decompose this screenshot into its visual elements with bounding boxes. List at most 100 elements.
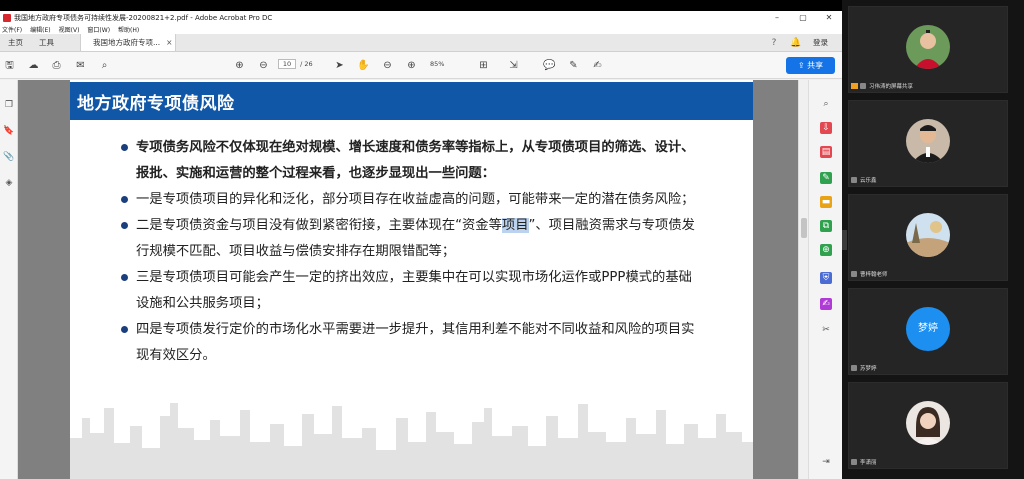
screen-share-icon — [851, 83, 858, 89]
participant-avatar — [906, 213, 950, 257]
slide-header-bar: 地方政府专项债风险 — [70, 82, 753, 120]
participant-panel: 习伟涛的屏幕共享 云乐鑫 曹梓翰老师 梦婷 苏梦婷 李潇丽 — [842, 0, 1024, 479]
document-viewport[interactable]: 地方政府专项债风险 专项债务风险不仅体现在绝对规模、增长速度和债务率等指标上，从… — [18, 80, 808, 479]
bullet-list: 专项债务风险不仅体现在绝对规模、增长速度和债务率等指标上，从专项债项目的筛选、设… — [118, 135, 698, 369]
title-bar: 我国地方政府专项债务可持续性发展-20200821+2.pdf - Adobe … — [0, 11, 842, 24]
window-title: 我国地方政府专项债务可持续性发展-20200821+2.pdf - Adobe … — [14, 13, 273, 22]
participant-tile[interactable]: 曹梓翰老师 — [848, 194, 1008, 281]
participant-tile[interactable]: 李潇丽 — [848, 382, 1008, 469]
participant-avatar — [906, 401, 950, 445]
tab-home[interactable]: 主页 — [0, 34, 31, 51]
close-window-button[interactable]: ✕ — [816, 13, 842, 22]
left-navigation-pane: ❐ 🔖 📎 ◈ — [0, 80, 18, 479]
attachment-icon[interactable]: 📎 — [3, 152, 15, 164]
scroll-mode-icon[interactable]: ⇲ — [506, 58, 521, 73]
search-icon[interactable]: ⌕ — [97, 58, 112, 73]
participant-name: 李潇丽 — [860, 460, 877, 466]
notification-bell-icon[interactable]: 🔔 — [785, 38, 807, 48]
avatar-photo-icon — [906, 25, 950, 69]
bullet-item: 四是专项债发行定价的市场化水平需要进一步提升，其信用利差不能对不同收益和风险的项… — [118, 317, 698, 369]
participant-tile[interactable]: 云乐鑫 — [848, 100, 1008, 187]
hand-tool-icon[interactable]: ✋ — [356, 58, 371, 73]
participant-label: 李潇丽 — [851, 458, 877, 466]
previous-page-icon[interactable]: ⊕ — [232, 58, 247, 73]
save-icon[interactable]: 🖫 — [2, 58, 17, 73]
zoom-level-select[interactable]: 85% — [430, 60, 444, 68]
mic-icon — [851, 459, 857, 465]
menu-window[interactable]: 窗口(W) — [87, 25, 110, 34]
maximize-button[interactable]: ▢ — [790, 13, 816, 22]
tab-tools[interactable]: 工具 — [31, 34, 62, 51]
participant-name: 云乐鑫 — [860, 178, 877, 184]
mic-icon — [851, 177, 857, 183]
login-link[interactable]: 登录 — [807, 37, 842, 48]
edit-pdf-icon[interactable]: ✎ — [820, 172, 832, 184]
page-thumbnails-icon[interactable]: ❐ — [3, 100, 15, 112]
organize-pages-icon[interactable]: ▤ — [820, 146, 832, 158]
fit-page-icon[interactable]: ⊞ — [476, 58, 491, 73]
more-tools-icon[interactable]: ✂ — [820, 324, 832, 336]
menu-file[interactable]: 文件(F) — [2, 25, 22, 34]
zoom-in-icon[interactable]: ⊕ — [404, 58, 419, 73]
print-icon[interactable]: ⎙ — [49, 58, 64, 73]
help-icon[interactable]: ? — [763, 38, 785, 48]
participant-name: 习伟涛的屏幕共享 — [869, 84, 914, 90]
menu-help[interactable]: 帮助(H) — [118, 25, 139, 34]
city-skyline-decoration — [70, 403, 753, 479]
select-cursor-icon[interactable]: ➤ — [332, 58, 347, 73]
participant-label: 曹梓翰老师 — [851, 270, 888, 278]
participant-avatar — [906, 25, 950, 69]
mic-icon — [851, 365, 857, 371]
bullet-item: 三是专项债项目可能会产生一定的挤出效应，主要集中在可以实现市场化运作或PPP模式… — [118, 265, 698, 317]
bookmark-icon[interactable]: 🔖 — [3, 126, 15, 138]
tools-pane: ⌕ ⇩ ▤ ✎ ▬ ⧉ ⊕ ⛨ ✍ ✂ ⇥ — [808, 80, 842, 479]
bullet-item: 一是专项债项目的异化和泛化，部分项目存在收益虚高的问题，可能带来一定的潜在债务风… — [118, 187, 698, 213]
comment-icon[interactable]: 💬 — [542, 58, 557, 73]
menu-bar: 文件(F) 编辑(E) 视图(V) 窗口(W) 帮助(H) — [0, 24, 842, 34]
zoom-tool-icon[interactable]: ⌕ — [820, 98, 832, 110]
mic-icon — [860, 83, 866, 89]
comment-tool-icon[interactable]: ▬ — [820, 196, 832, 208]
acrobat-window: 我国地方政府专项债务可持续性发展-20200821+2.pdf - Adobe … — [0, 11, 842, 479]
tab-close-icon[interactable]: × — [166, 38, 172, 47]
zoom-out-icon[interactable]: ⊖ — [380, 58, 395, 73]
page-indicator: 10 / 26 — [278, 59, 313, 69]
protect-icon[interactable]: ⛨ — [820, 272, 832, 284]
fill-sign-icon[interactable]: ✍ — [820, 298, 832, 310]
pdf-page: 地方政府专项债风险 专项债务风险不仅体现在绝对规模、增长速度和债务率等指标上，从… — [70, 80, 753, 479]
page-number-input[interactable]: 10 — [278, 59, 296, 69]
panel-resize-handle[interactable] — [842, 230, 847, 250]
participant-tile[interactable]: 习伟涛的屏幕共享 — [848, 6, 1008, 93]
share-button[interactable]: ⇪ 共享 — [786, 57, 835, 74]
next-page-icon[interactable]: ⊖ — [256, 58, 271, 73]
page-total: / 26 — [300, 60, 313, 68]
menu-edit[interactable]: 编辑(E) — [30, 25, 50, 34]
avatar-photo-icon — [906, 401, 950, 445]
bullet-item: 二是专项债资金与项目没有做到紧密衔接，主要体现在“资金等项目”、项目融资需求与专… — [118, 213, 698, 265]
upload-cloud-icon[interactable]: ☁ — [26, 58, 41, 73]
participant-label: 习伟涛的屏幕共享 — [851, 82, 913, 90]
mic-icon — [851, 271, 857, 277]
avatar-photo-icon — [906, 119, 950, 163]
create-pdf-icon[interactable]: ⊕ — [820, 244, 832, 256]
participant-tile[interactable]: 梦婷 苏梦婷 — [848, 288, 1008, 375]
layers-icon[interactable]: ◈ — [3, 178, 15, 190]
share-button-label: 共享 — [807, 61, 824, 70]
combine-files-icon[interactable]: ⧉ — [820, 220, 832, 232]
menu-view[interactable]: 视图(V) — [59, 25, 80, 34]
screen: 我国地方政府专项债务可持续性发展-20200821+2.pdf - Adobe … — [0, 0, 1024, 479]
participant-label: 云乐鑫 — [851, 176, 877, 184]
export-pdf-icon[interactable]: ⇩ — [820, 122, 832, 134]
highlight-pen-icon[interactable]: ✎ — [566, 58, 581, 73]
collapse-pane-icon[interactable]: ⇥ — [820, 456, 832, 468]
participant-avatar-initials: 梦婷 — [906, 307, 950, 351]
email-icon[interactable]: ✉ — [73, 58, 88, 73]
minimize-button[interactable]: – — [764, 13, 790, 22]
scrollbar-thumb[interactable] — [801, 218, 807, 238]
bullet-text: 二是专项债资金与项目没有做到紧密衔接，主要体现在“资金等 — [136, 218, 502, 233]
vertical-scrollbar[interactable] — [798, 80, 808, 479]
tab-document[interactable]: 我国地方政府专项... × — [80, 34, 176, 51]
avatar-photo-icon — [906, 213, 950, 257]
slide-title: 地方政府专项债风险 — [77, 94, 235, 114]
sign-icon[interactable]: ✍ — [590, 58, 605, 73]
